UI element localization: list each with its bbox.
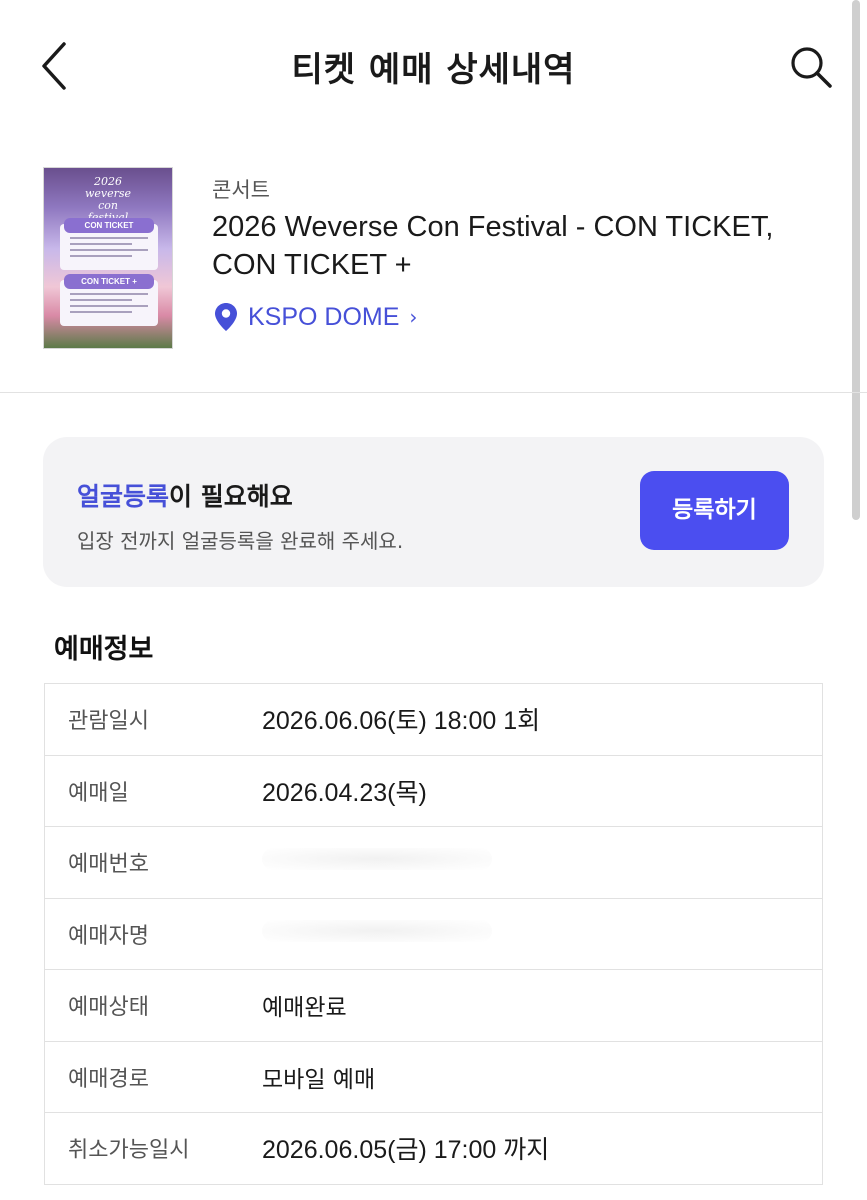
row-label: 취소가능일시 (68, 1138, 190, 1164)
poster-section-con-ticket-plus: CON TICKET + (60, 274, 158, 326)
booking-row-status: 예매상태 예매완료 (45, 970, 822, 1042)
scrollbar[interactable] (852, 0, 860, 520)
row-label: 예매일 (68, 780, 129, 806)
app-header: 티켓 예매 상세내역 (0, 0, 867, 130)
booking-row-cancel-deadline: 취소가능일시 2026.06.05(금) 17:00 까지 (45, 1113, 822, 1185)
notice-title-rest: 이 필요해요 (169, 482, 293, 511)
register-button[interactable]: 등록하기 (640, 471, 789, 550)
booking-row-channel: 예매경로 모바일 예매 (45, 1042, 822, 1113)
row-label: 관람일시 (68, 709, 149, 735)
row-value-redacted (262, 919, 492, 948)
row-label: 예매번호 (68, 852, 149, 878)
poster-section-con-ticket: CON TICKET (60, 218, 158, 270)
notice-title: 얼굴등록이 필요해요 (77, 477, 293, 513)
booking-row-booking-number: 예매번호 (45, 827, 822, 899)
venue-name: KSPO DOME (248, 302, 400, 331)
notice-description: 입장 전까지 얼굴등록을 완료해 주세요. (77, 529, 404, 553)
notice-title-highlight: 얼굴등록 (77, 482, 170, 511)
search-button[interactable] (784, 40, 838, 94)
redacted-blur (262, 919, 492, 942)
search-icon (791, 47, 832, 88)
booking-info-table: 관람일시 2026.06.06(토) 18:00 1회 예매일 2026.04.… (44, 683, 823, 1185)
row-value: 모바일 예매 (262, 1066, 376, 1093)
redacted-blur (262, 848, 492, 871)
event-poster[interactable]: 2026 weverse con festival CON TICKET CON… (43, 167, 173, 349)
row-value-redacted (262, 848, 492, 876)
event-title: 2026 Weverse Con Festival - CON TICKET, … (212, 211, 774, 281)
poster-heading: 2026 weverse con festival (84, 175, 132, 224)
booking-row-view-datetime: 관람일시 2026.06.06(토) 18:00 1회 (45, 684, 822, 756)
face-registration-banner: 얼굴등록이 필요해요 입장 전까지 얼굴등록을 완료해 주세요. 등록하기 (43, 437, 824, 587)
row-label: 예매경로 (68, 1066, 149, 1092)
map-pin-icon (215, 303, 237, 331)
row-label: 예매상태 (68, 995, 149, 1021)
event-category: 콘서트 (212, 178, 270, 202)
row-label: 예매자명 (68, 923, 149, 949)
booking-section-title: 예매정보 (54, 634, 154, 665)
page-title: 티켓 예매 상세내역 (291, 50, 576, 90)
row-value: 2026.06.05(금) 17:00 까지 (262, 1136, 550, 1165)
booking-row-booker-name: 예매자명 (45, 899, 822, 970)
chevron-right-icon: › (409, 305, 418, 329)
booking-row-booking-date: 예매일 2026.04.23(목) (45, 756, 822, 827)
row-value: 2026.04.23(목) (262, 778, 427, 807)
row-value: 2026.06.06(토) 18:00 1회 (262, 707, 541, 736)
venue-link[interactable]: KSPO DOME › (214, 302, 417, 332)
row-value: 예매완료 (262, 995, 347, 1022)
section-divider (0, 392, 867, 393)
